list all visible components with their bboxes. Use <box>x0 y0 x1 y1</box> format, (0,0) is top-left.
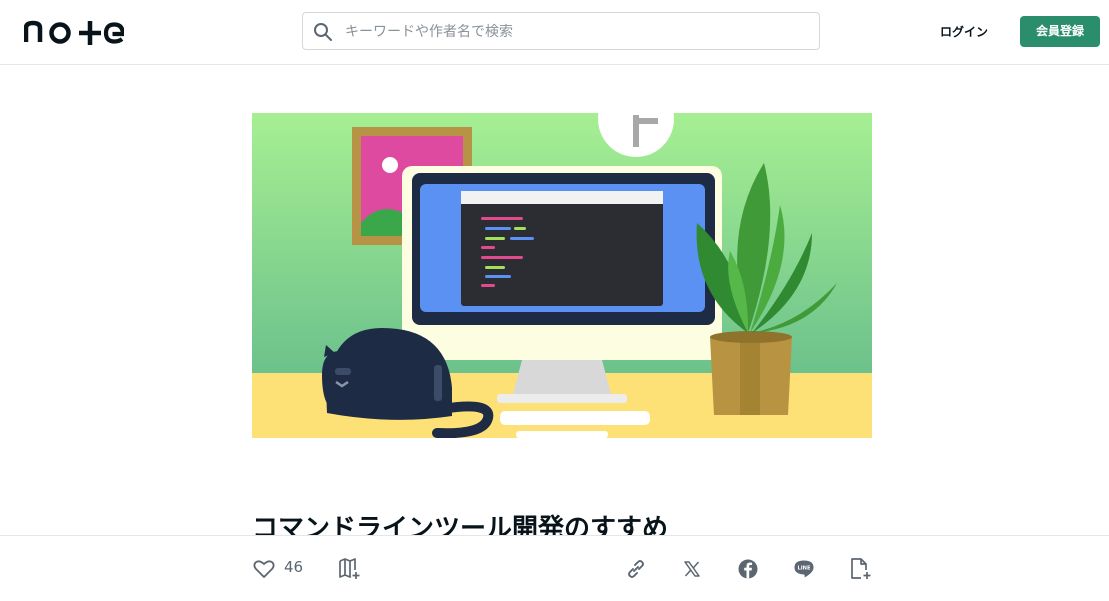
search-box <box>302 12 820 50</box>
x-icon[interactable] <box>680 557 704 581</box>
magazine-add-icon[interactable] <box>338 557 362 581</box>
search-input[interactable] <box>343 14 807 50</box>
heart-icon[interactable] <box>252 557 276 581</box>
search-icon <box>314 23 332 41</box>
site-header: ログイン 会員登録 <box>0 0 1109 65</box>
line-icon[interactable]: LINE <box>792 557 816 581</box>
svg-text:LINE: LINE <box>797 566 811 572</box>
note-logo[interactable] <box>24 18 124 46</box>
signup-button[interactable]: 会員登録 <box>1020 16 1100 47</box>
link-icon[interactable] <box>624 557 648 581</box>
action-bar: 46 LINE <box>0 535 1109 601</box>
hero-image <box>252 113 872 438</box>
like-count: 46 <box>284 558 304 576</box>
facebook-icon[interactable] <box>736 557 760 581</box>
login-button[interactable]: ログイン <box>928 16 1000 48</box>
document-add-icon[interactable] <box>848 557 872 581</box>
